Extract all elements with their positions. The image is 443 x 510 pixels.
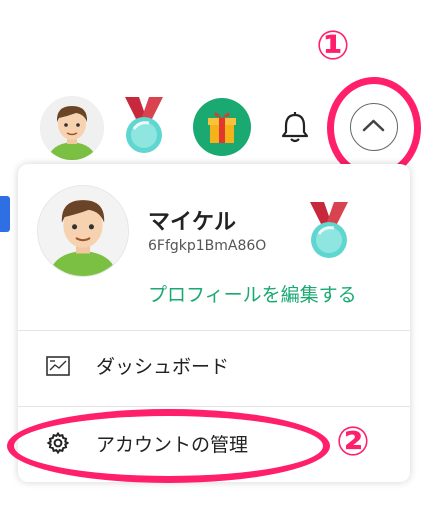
dashboard-icon [46,356,70,376]
menu-item-label: ダッシュボード [96,356,230,378]
bell-icon[interactable] [277,109,313,145]
side-tab[interactable] [0,196,10,232]
medal-icon[interactable] [119,97,169,157]
avatar[interactable] [40,96,104,160]
profile-avatar-illustration [38,186,128,276]
user-name: マイケル [148,210,237,235]
gift-icon [208,112,236,143]
annotation-number-1: ① [316,23,350,69]
menu-item-dashboard[interactable]: ダッシュボード [18,336,410,398]
menu-item-label: アカウントの管理 [96,434,249,456]
collapse-menu-button[interactable] [350,103,398,151]
chevron-up-icon [362,119,385,132]
profile-medal-icon [304,202,354,262]
annotation-number-2: ② [336,419,370,465]
profile-avatar[interactable] [38,186,128,276]
user-id: 6Ffgkp1BmA86O [148,238,267,254]
edit-profile-link[interactable]: プロフィールを編集する [148,280,357,307]
avatar-illustration [40,96,104,160]
divider [18,406,410,407]
gift-button[interactable] [193,98,251,156]
gear-icon [46,431,70,455]
divider [18,330,410,331]
